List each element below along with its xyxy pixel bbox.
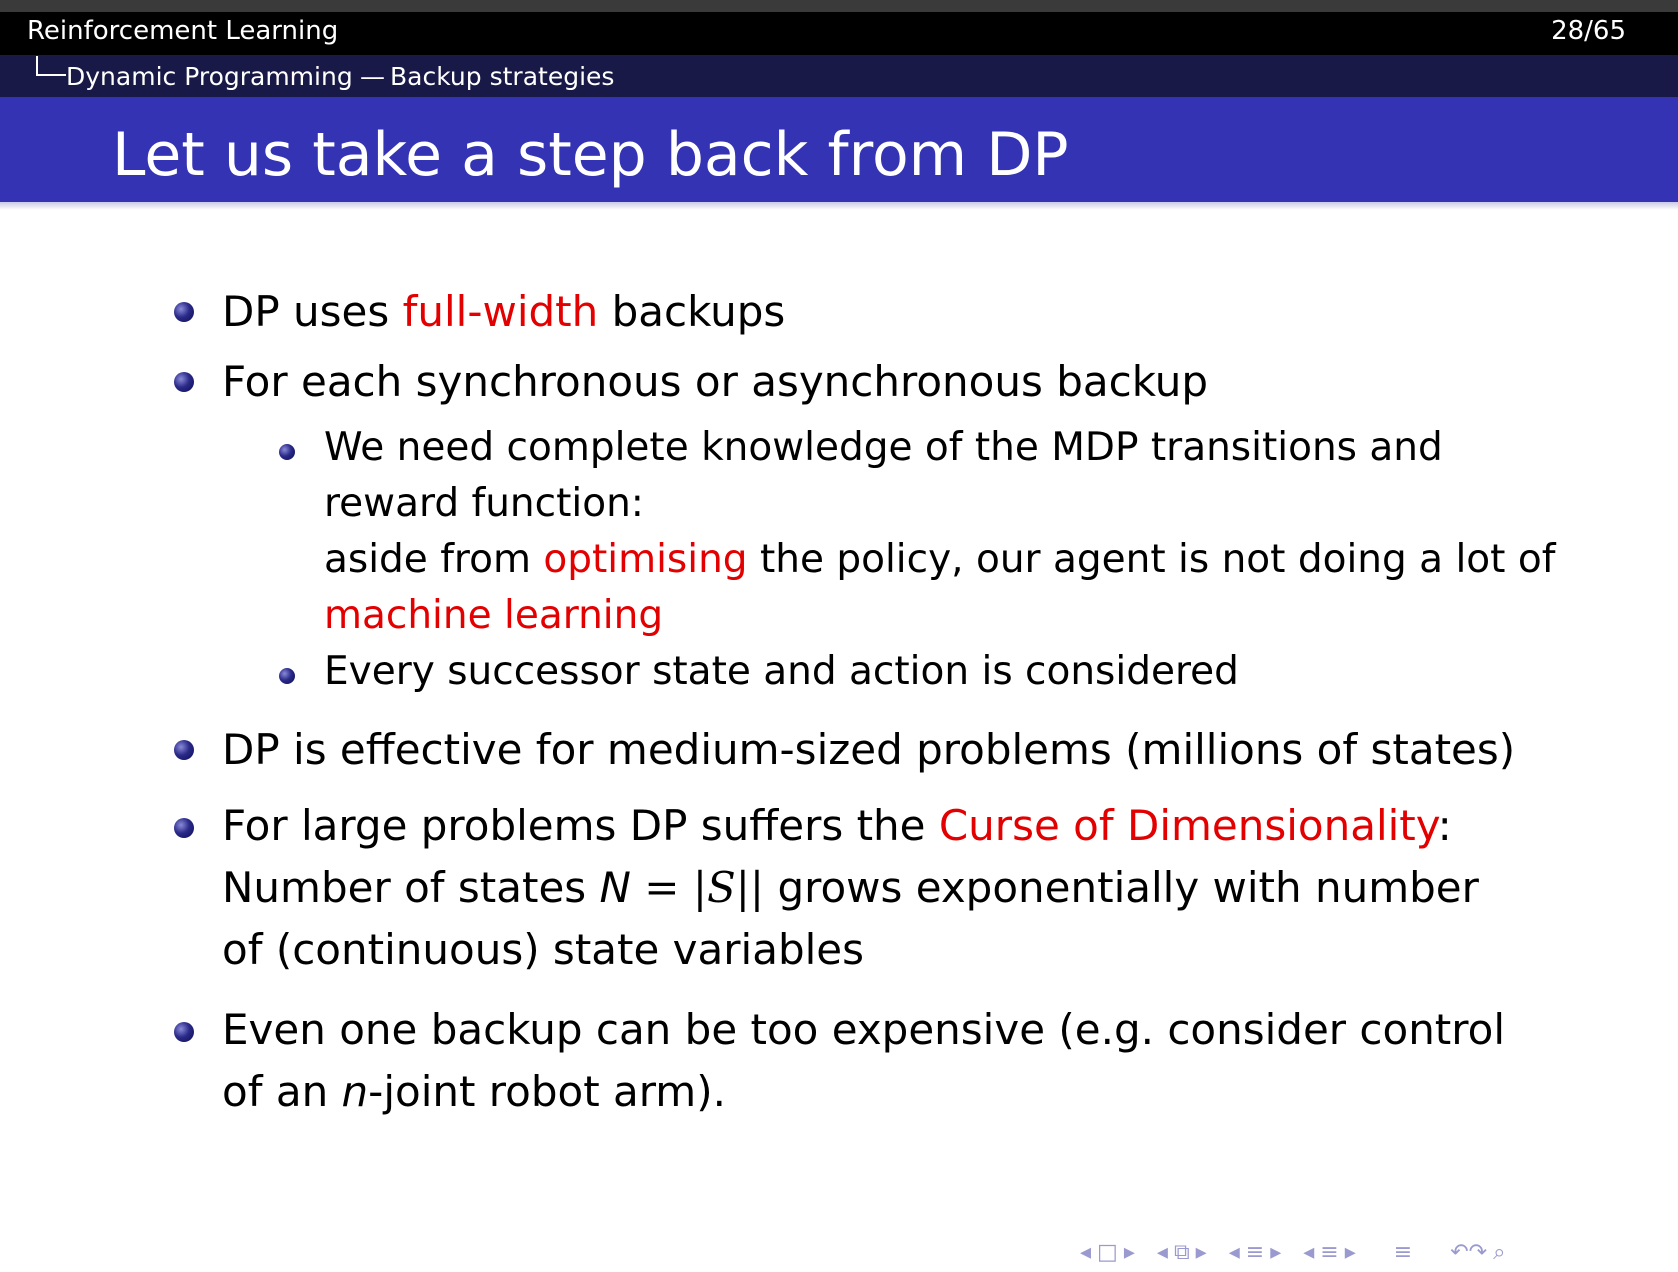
- nav-next-section-icon[interactable]: ▸: [1345, 1238, 1356, 1268]
- sub-bullet-1-line-1: We need complete knowledge of the MDP tr…: [324, 425, 1443, 470]
- sub-bullet-2: Every successor state and action is cons…: [324, 649, 1239, 694]
- nav-search-icon[interactable]: ⌕: [1493, 1238, 1505, 1268]
- bullet-2: For each synchronous or asynchronous bac…: [222, 357, 1209, 406]
- bullet-4-line-2: Number of states N = |S|| grows exponent…: [222, 862, 1479, 914]
- bullet-marker: [174, 1022, 194, 1042]
- bullet-1-post: backups: [598, 287, 786, 336]
- breadcrumb-subsection: Backup strategies: [390, 62, 615, 91]
- nav-prev-slide-icon[interactable]: ◂: [1080, 1238, 1091, 1268]
- bullet-marker: [174, 740, 194, 760]
- nav-prev-section-icon[interactable]: ◂: [1303, 1238, 1314, 1268]
- bullet-marker: [174, 818, 194, 838]
- nav-prev-subsection-icon[interactable]: ◂: [1229, 1238, 1240, 1268]
- nav-prev-frame-icon[interactable]: ◂: [1157, 1238, 1168, 1268]
- math-set-s: S: [707, 863, 736, 912]
- beamer-navigation-bar: ◂ □ ▸ ◂ ⧉ ▸ ◂ ≡ ▸ ◂ ≡ ▸ ≡ ↶↷ ⌕: [1080, 1238, 1511, 1268]
- nav-frame-icon[interactable]: ⧉: [1174, 1238, 1190, 1268]
- math-bars: ||: [735, 863, 765, 912]
- frame-title-shadow: [0, 202, 1678, 210]
- bullet-4-line-3: of (continuous) state variables: [222, 925, 864, 974]
- bullet-1-pre: DP uses: [222, 287, 403, 336]
- slide-title: Let us take a step back from DP: [112, 120, 1069, 190]
- bullet-1-highlight: full-width: [402, 287, 599, 336]
- nav-next-frame-icon[interactable]: ▸: [1196, 1238, 1207, 1268]
- page-counter: 28/65: [1551, 16, 1626, 46]
- bullet-4-line-2-post: grows exponentially with number: [764, 863, 1479, 912]
- bullet-3: DP is effective for medium-sized problem…: [222, 725, 1516, 774]
- bullet-4-pre: For large problems DP suffers the: [222, 801, 939, 850]
- sub-bullet-1-highlight-machine-learning: machine learning: [324, 593, 664, 638]
- breadcrumb-section: Dynamic Programming: [66, 62, 353, 91]
- bullet-4-line-1: For large problems DP suffers the Curse …: [222, 800, 1452, 852]
- sub-bullet-1-line-2: reward function:: [324, 481, 644, 526]
- math-equals: = |: [630, 863, 707, 912]
- math-variable-n-lower: n: [341, 1067, 369, 1116]
- bullet-4-highlight: Curse of Dimensionality: [938, 801, 1438, 850]
- nav-next-slide-icon[interactable]: ▸: [1124, 1238, 1135, 1268]
- bullet-1: DP uses full-width backups: [222, 286, 785, 338]
- sub-bullet-marker: [279, 444, 295, 460]
- nav-section-icon[interactable]: ≡: [1320, 1238, 1338, 1268]
- math-variable-n: N: [599, 863, 631, 912]
- sub-bullet-1-highlight-optimising: optimising: [543, 537, 748, 582]
- nav-document-icon[interactable]: ≡: [1394, 1238, 1412, 1268]
- nav-subsection-icon[interactable]: ≡: [1246, 1238, 1264, 1268]
- sub-bullet-marker: [279, 668, 295, 684]
- nav-back-forward-icon[interactable]: ↶↷: [1450, 1238, 1487, 1268]
- bullet-marker: [174, 372, 194, 392]
- bullet-5-line-2: of an n-joint robot arm).: [222, 1066, 726, 1118]
- bullet-5-line-2-pre: of an: [222, 1067, 342, 1116]
- bullet-5-line-1: Even one backup can be too expensive (e.…: [222, 1005, 1505, 1054]
- breadcrumb-corner-icon: [36, 56, 66, 76]
- bullet-5-line-2-post: -joint robot arm).: [368, 1067, 726, 1116]
- sub-bullet-1-line-3-post: the policy, our agent is not doing a lot…: [747, 537, 1556, 582]
- bullet-marker: [174, 302, 194, 322]
- breadcrumb-separator: —: [360, 62, 385, 91]
- bullet-4-line-2-pre: Number of states: [222, 863, 600, 912]
- top-strip: [0, 0, 1678, 12]
- sub-bullet-1-line-3: aside from optimising the policy, our ag…: [324, 535, 1555, 585]
- bullet-4-post: :: [1437, 801, 1452, 850]
- nav-slide-icon[interactable]: □: [1097, 1238, 1118, 1268]
- presentation-title: Reinforcement Learning: [27, 16, 339, 46]
- nav-next-subsection-icon[interactable]: ▸: [1270, 1238, 1281, 1268]
- sub-bullet-1-line-3-pre: aside from: [324, 537, 544, 582]
